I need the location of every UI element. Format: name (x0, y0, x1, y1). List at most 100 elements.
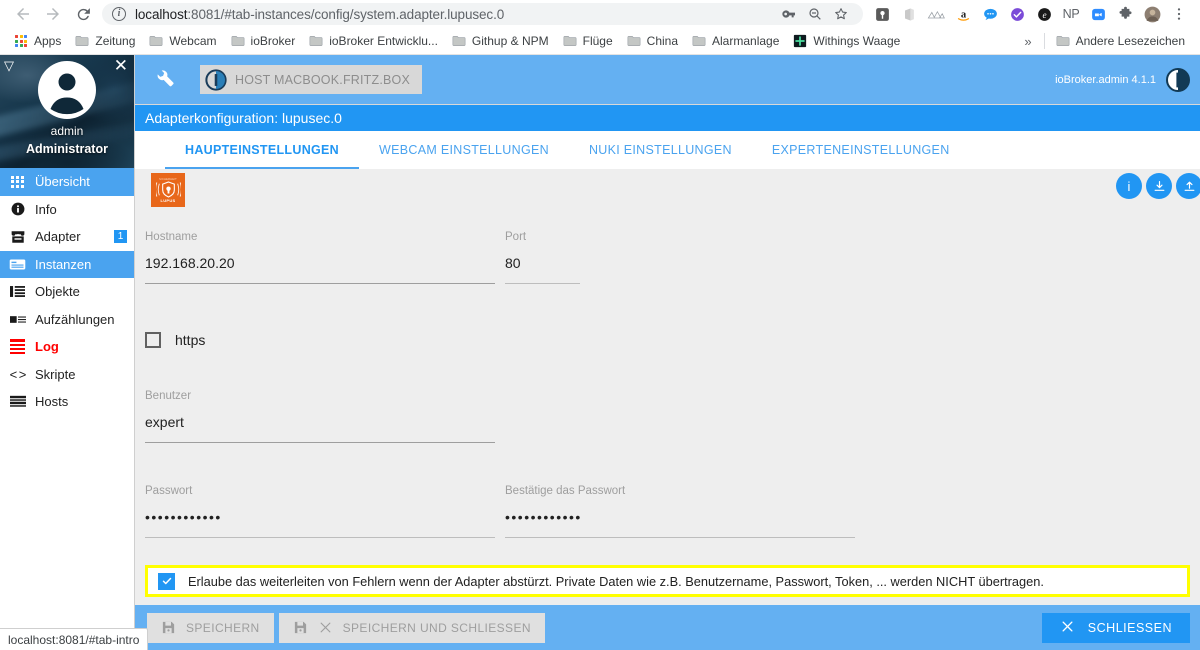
tab-nuki-einstellungen[interactable]: NUKI EINSTELLUNGEN (569, 131, 752, 169)
iobroker-logo-icon[interactable] (1166, 67, 1190, 92)
tab-label: HAUPTEINSTELLUNGEN (185, 143, 340, 157)
passwort-bestaetigen-input[interactable]: •••••••••••• (505, 507, 855, 527)
chat-bubble-icon[interactable] (977, 1, 1003, 27)
benutzer-input[interactable]: expert (145, 412, 495, 432)
store-icon (9, 229, 26, 244)
field-port[interactable]: Port 80 (505, 231, 580, 284)
sidebar-item-aufzaehlungen[interactable]: Aufzählungen (0, 306, 134, 334)
x-icon (1060, 619, 1075, 637)
sidebar-item-adapter[interactable]: Adapter 1 (0, 223, 134, 251)
sidebar-item-objekte[interactable]: Objekte (0, 278, 134, 306)
close-button[interactable]: SCHLIESSEN (1041, 612, 1190, 643)
bookmark-apps[interactable]: Apps (8, 31, 68, 51)
sentry-consent-row[interactable]: Erlaube das weiterleiten von Fehlern wen… (145, 565, 1190, 597)
amazon-icon[interactable]: a (950, 1, 976, 27)
https-checkbox[interactable] (145, 332, 161, 348)
upload-circle-icon[interactable] (1176, 173, 1200, 199)
check-circle-icon[interactable] (1004, 1, 1030, 27)
extensions-strip: a e NP (865, 1, 1192, 27)
reload-icon (77, 7, 90, 20)
enum-icon (9, 312, 26, 327)
save-button[interactable]: SPEICHERN (147, 612, 274, 643)
benutzer-label: Benutzer (145, 390, 192, 402)
host-selector-button[interactable]: HOST MACBOOK.FRITZ.BOX (200, 65, 423, 94)
iobroker-admin-app: ▽ ✕ admin Administrator Übersicht Info A… (0, 55, 1200, 650)
sidebar-collapse-icon[interactable]: ▽ (4, 59, 14, 72)
bookmark-iobroker[interactable]: ioBroker (224, 31, 303, 51)
np-icon[interactable]: NP (1058, 1, 1084, 27)
port-input[interactable]: 80 (505, 253, 580, 273)
download-circle-icon[interactable] (1146, 173, 1172, 199)
sidebar-item-label: Objekte (35, 284, 80, 300)
sidebar-item-label: Übersicht (35, 174, 90, 190)
bookmarks-overflow-button[interactable]: » (1016, 34, 1039, 49)
field-https[interactable]: https (145, 332, 1200, 348)
bookmark-iobroker-entwicklung[interactable]: ioBroker Entwicklu... (302, 31, 445, 51)
tab-haupteinstellungen[interactable]: HAUPTEINSTELLUNGEN (165, 131, 360, 169)
chrome-menu-icon[interactable] (1166, 1, 1192, 27)
bookmark-webcam[interactable]: Webcam (142, 31, 223, 51)
back-button[interactable] (8, 1, 38, 27)
office-icon[interactable] (896, 1, 922, 27)
folder-icon (452, 36, 466, 46)
bookmark-withings-waage[interactable]: Withings Waage (786, 31, 907, 51)
field-passwort-bestaetigen[interactable]: Bestätige das Passwort •••••••••••• (505, 485, 855, 538)
floppy-disk-icon (293, 620, 308, 635)
field-passwort[interactable]: Passwort •••••••••••• (145, 485, 495, 538)
mountains-icon[interactable] (923, 1, 949, 27)
config-action-buttons: i (1116, 173, 1200, 199)
bookmark-label: Webcam (169, 34, 217, 48)
bookmark-star-icon[interactable] (829, 3, 853, 25)
avatar[interactable] (38, 61, 96, 119)
row-host-port: Hostname 192.168.20.20 Port 80 (145, 231, 1200, 284)
user-role: Administrator (26, 142, 108, 156)
sidebar-item-hosts[interactable]: Hosts (0, 388, 134, 416)
tab-webcam-einstellungen[interactable]: WEBCAM EINSTELLUNGEN (359, 131, 569, 169)
info-circle-icon[interactable]: i (1116, 173, 1142, 199)
sidebar-item-label: Instanzen (35, 256, 92, 272)
field-hostname[interactable]: Hostname 192.168.20.20 (145, 231, 495, 284)
profile-avatar-icon[interactable] (1139, 1, 1165, 27)
benutzer-underline (145, 442, 495, 443)
sidebar-item-instanzen[interactable]: Instanzen (0, 250, 134, 278)
bookmark-china[interactable]: China (620, 31, 685, 51)
bookmark-zeitung[interactable]: Zeitung (68, 31, 142, 51)
bookmark-label: Apps (34, 34, 62, 48)
folder-icon (627, 36, 641, 46)
tab-experteneinstellungen[interactable]: EXPERTENEINSTELLUNGEN (752, 131, 970, 169)
field-benutzer[interactable]: Benutzer expert (145, 390, 495, 443)
wrench-icon[interactable] (155, 67, 175, 92)
adapter-config-form: Hostname 192.168.20.20 Port 80 https Ben… (145, 231, 1200, 538)
passwort-input[interactable]: •••••••••••• (145, 507, 495, 527)
bookmark-fluege[interactable]: Flüge (556, 31, 620, 51)
folder-icon (692, 36, 706, 46)
sidebar-item-skripte[interactable]: < > Skripte (0, 361, 134, 389)
sidebar-close-icon[interactable]: ✕ (114, 57, 128, 74)
instances-icon (9, 257, 26, 272)
site-info-icon[interactable]: i (112, 7, 126, 21)
zoom-out-icon[interactable] (803, 3, 827, 25)
reload-button[interactable] (68, 1, 98, 27)
e-badge-icon[interactable]: e (1031, 1, 1057, 27)
config-footer: SPEICHERN SPEICHERN UND SCHLIESSEN SCHLI… (135, 605, 1200, 650)
password-key-icon[interactable] (777, 3, 801, 25)
bookmark-githup-npm[interactable]: Githup & NPM (445, 31, 556, 51)
save-and-close-button-label: SPEICHERN UND SCHLIESSEN (342, 620, 531, 635)
forward-button[interactable] (38, 1, 68, 27)
pocket-icon[interactable] (869, 1, 895, 27)
zoom-video-icon[interactable] (1085, 1, 1111, 27)
sidebar-item-label: Info (35, 201, 57, 217)
save-and-close-button[interactable]: SPEICHERN UND SCHLIESSEN (278, 612, 545, 643)
sidebar-item-uebersicht[interactable]: Übersicht (0, 168, 134, 196)
hostname-input[interactable]: 192.168.20.20 (145, 253, 495, 273)
sidebar-item-info[interactable]: Info (0, 196, 134, 224)
apps-grid-icon (15, 34, 28, 48)
other-bookmarks-button[interactable]: Andere Lesezeichen (1049, 31, 1192, 51)
address-bar[interactable]: i localhost:8081/#tab-instances/config/s… (102, 3, 863, 25)
puzzle-extension-icon[interactable] (1112, 1, 1138, 27)
bookmark-alarmanlage[interactable]: Alarmanlage (685, 31, 786, 51)
sidebar-item-label: Adapter (35, 229, 81, 245)
sidebar-item-log[interactable]: Log (0, 333, 134, 361)
log-lines-icon (9, 339, 26, 355)
sentry-checkbox[interactable] (158, 572, 175, 590)
